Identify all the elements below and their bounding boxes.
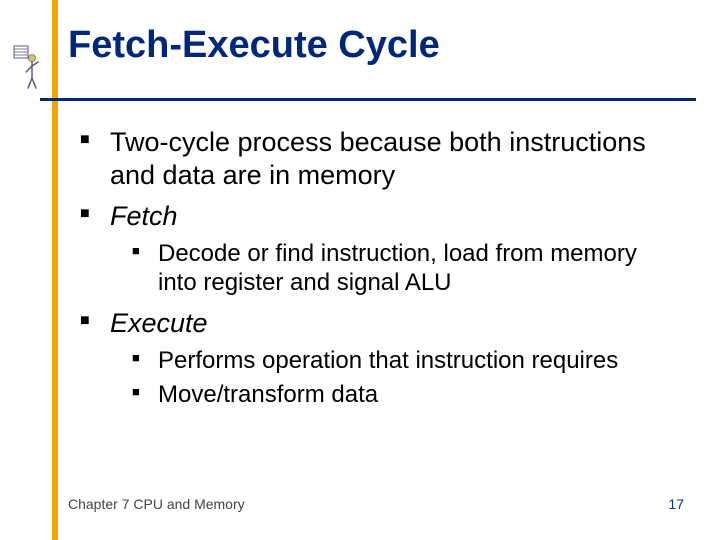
title-underline bbox=[40, 98, 696, 101]
presenter-figure-icon bbox=[12, 44, 40, 90]
bullet-text: Execute bbox=[110, 308, 208, 338]
subbullet-performs: Performs operation that instruction requ… bbox=[132, 346, 672, 375]
slide-body: Two-cycle process because both instructi… bbox=[80, 126, 672, 419]
bullet-fetch: Fetch Decode or find instruction, load f… bbox=[80, 200, 672, 297]
subbullet-move: Move/transform data bbox=[132, 380, 672, 409]
bullet-text: Two-cycle process because both instructi… bbox=[110, 127, 646, 190]
slide-title: Fetch-Execute Cycle bbox=[68, 24, 440, 67]
footer-page-number: 17 bbox=[668, 496, 684, 512]
subbullet-text: Decode or find instruction, load from me… bbox=[158, 240, 637, 296]
subbullet-decode: Decode or find instruction, load from me… bbox=[132, 239, 672, 298]
bullet-execute: Execute Performs operation that instruct… bbox=[80, 307, 672, 408]
bullet-two-cycle: Two-cycle process because both instructi… bbox=[80, 126, 672, 192]
vertical-accent-bar bbox=[52, 0, 58, 540]
slide: Fetch-Execute Cycle Two-cycle process be… bbox=[0, 0, 720, 540]
footer-chapter: Chapter 7 CPU and Memory bbox=[68, 496, 245, 512]
subbullet-text: Performs operation that instruction requ… bbox=[158, 347, 618, 374]
bullet-text: Fetch bbox=[110, 201, 178, 231]
subbullet-text: Move/transform data bbox=[158, 381, 378, 408]
